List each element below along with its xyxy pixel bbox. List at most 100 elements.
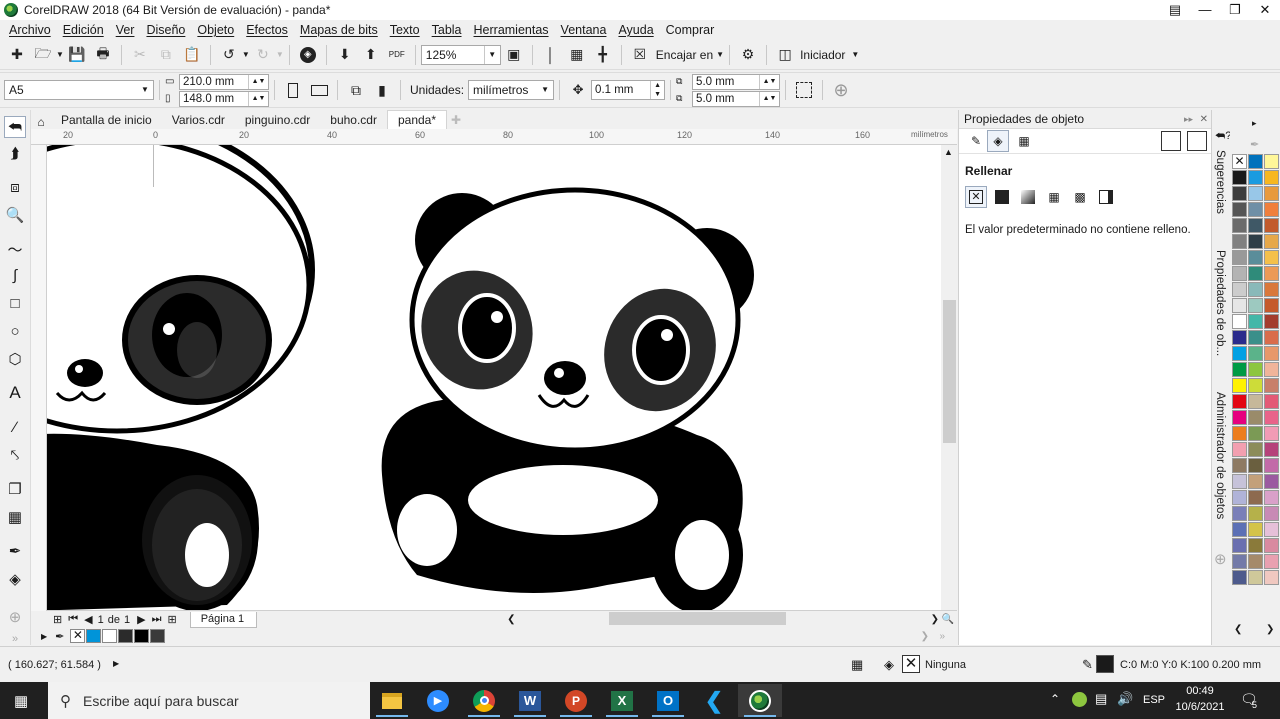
palette-color-swatch[interactable] bbox=[1232, 362, 1247, 377]
add-tool-icon[interactable]: ⊕ bbox=[4, 606, 26, 628]
menu-texto[interactable]: Texto bbox=[384, 23, 426, 37]
connector-tool-icon[interactable]: ⤣ bbox=[4, 444, 26, 466]
palette-color-swatch[interactable] bbox=[1264, 522, 1279, 537]
palette-color-swatch[interactable] bbox=[1264, 474, 1279, 489]
taskbar-coreldraw[interactable] bbox=[738, 684, 782, 717]
pattern-fill-icon[interactable]: ▦ bbox=[1043, 186, 1065, 208]
palette-color-swatch[interactable] bbox=[1248, 458, 1263, 473]
account-icon[interactable]: ▤ bbox=[1160, 0, 1190, 20]
minimize-button[interactable]: — bbox=[1190, 0, 1220, 20]
fill-bucket-icon[interactable]: ◈ bbox=[987, 130, 1009, 152]
palette-color-swatch[interactable] bbox=[1232, 506, 1247, 521]
palette-color-swatch[interactable] bbox=[1248, 218, 1263, 233]
menu-herramientas[interactable]: Herramientas bbox=[468, 23, 555, 37]
palette-color-swatch[interactable] bbox=[1264, 490, 1279, 505]
palette-color-swatch[interactable] bbox=[1264, 298, 1279, 313]
palette-color-swatch[interactable] bbox=[1232, 202, 1247, 217]
redo-icon[interactable]: ↻ bbox=[252, 44, 274, 66]
menu-ver[interactable]: Ver bbox=[110, 23, 141, 37]
page-tab[interactable]: Página 1 bbox=[189, 611, 258, 628]
duplicate-y-field[interactable]: 5.0 mm ▲▼ bbox=[692, 90, 781, 107]
save-icon[interactable]: 💾 bbox=[66, 44, 88, 66]
palette-color-swatch[interactable] bbox=[1248, 426, 1263, 441]
all-pages-icon[interactable]: ⧉ bbox=[345, 79, 367, 101]
color-swatch[interactable] bbox=[150, 629, 166, 643]
menu-archivo[interactable]: Archivo bbox=[3, 23, 57, 37]
palette-color-swatch[interactable] bbox=[1232, 170, 1247, 185]
duplicate-x-field[interactable]: 5.0 mm ▲▼ bbox=[692, 73, 781, 90]
taskbar-powerpoint[interactable]: P bbox=[554, 684, 598, 717]
scroll-left-icon[interactable]: ❮ bbox=[507, 614, 515, 625]
palette-color-swatch[interactable] bbox=[1248, 506, 1263, 521]
artistic-media-icon[interactable]: ∫ bbox=[4, 264, 26, 286]
open-dropdown-icon[interactable]: ▼ bbox=[56, 50, 64, 59]
outline-color-swatch[interactable] bbox=[1096, 655, 1114, 673]
first-page-icon[interactable]: ⏮ bbox=[68, 613, 78, 626]
palette-color-swatch[interactable] bbox=[1264, 378, 1279, 393]
snap-dropdown-icon[interactable]: ▼ bbox=[716, 50, 724, 59]
taskbar-vscode[interactable]: ❮ bbox=[692, 684, 736, 717]
palette-color-swatch[interactable] bbox=[1264, 282, 1279, 297]
palette-expand-icon[interactable]: » bbox=[939, 631, 945, 642]
taskbar-file-explorer[interactable] bbox=[370, 684, 414, 717]
add-page-before-icon[interactable]: ⊞ bbox=[53, 613, 62, 626]
undo-icon[interactable]: ↺ bbox=[218, 44, 240, 66]
palette-color-swatch[interactable] bbox=[1264, 362, 1279, 377]
current-page-icon[interactable]: ▮ bbox=[371, 79, 393, 101]
palette-color-swatch[interactable] bbox=[1264, 186, 1279, 201]
scroll-up-icon[interactable]: ▲ bbox=[944, 147, 953, 157]
language-indicator[interactable]: ESP bbox=[1143, 694, 1165, 706]
palette-color-swatch[interactable] bbox=[1264, 426, 1279, 441]
frame-icon[interactable] bbox=[1161, 131, 1181, 151]
palette-color-swatch[interactable] bbox=[1248, 202, 1263, 217]
palette-color-swatch[interactable] bbox=[1264, 154, 1279, 169]
restore-button[interactable]: ❐ bbox=[1220, 0, 1250, 20]
add-icon[interactable]: ⊕ bbox=[830, 79, 852, 101]
drop-shadow-icon[interactable]: ❐ bbox=[4, 478, 26, 500]
palette-color-swatch[interactable] bbox=[1264, 442, 1279, 457]
horizontal-scroll-thumb[interactable] bbox=[609, 612, 786, 625]
show-hidden-icons[interactable]: ⌃ bbox=[1050, 692, 1060, 706]
docker-expand-icon[interactable]: ▸▸ bbox=[1184, 114, 1193, 125]
zoom-icon[interactable]: 🔍 bbox=[942, 614, 954, 625]
units-dropdown[interactable]: milímetros ▼ bbox=[468, 80, 555, 100]
outline-pen-icon[interactable]: ✎ bbox=[965, 134, 987, 148]
transparency-tool-icon[interactable]: ▦ bbox=[4, 506, 26, 528]
palette-color-swatch[interactable] bbox=[1232, 410, 1247, 425]
palette-color-swatch[interactable] bbox=[1264, 570, 1279, 585]
cut-icon[interactable]: ✂ bbox=[129, 44, 151, 66]
palette-color-swatch[interactable] bbox=[1248, 154, 1263, 169]
menu-mapas-de-bits[interactable]: Mapas de bits bbox=[294, 23, 384, 37]
palette-color-swatch[interactable] bbox=[1248, 474, 1263, 489]
palette-color-swatch[interactable] bbox=[1264, 330, 1279, 345]
palette-menu-icon[interactable]: ▶ bbox=[41, 632, 47, 641]
panda-illustration[interactable] bbox=[47, 145, 942, 611]
palette-color-swatch[interactable] bbox=[1232, 378, 1247, 393]
spinner-icon[interactable]: ▲▼ bbox=[248, 91, 268, 106]
menu-objeto[interactable]: Objeto bbox=[191, 23, 240, 37]
color-swatch[interactable] bbox=[134, 629, 150, 643]
search-content-icon[interactable]: ◈ bbox=[297, 44, 319, 66]
taskbar-outlook[interactable]: O bbox=[646, 684, 690, 717]
print-icon[interactable]: 🖶 bbox=[92, 44, 114, 66]
palette-color-swatch[interactable] bbox=[1264, 202, 1279, 217]
palette-color-swatch[interactable] bbox=[1264, 346, 1279, 361]
horizontal-ruler[interactable]: 20 0 20 40 60 80 100 120 140 160 milímet… bbox=[31, 129, 957, 145]
docker-close-icon[interactable]: ✕ bbox=[1200, 114, 1208, 125]
nudge-distance-field[interactable]: 0.1 mm ▲ ▼ bbox=[591, 80, 666, 100]
palette-color-swatch[interactable] bbox=[1232, 570, 1247, 585]
palette-scroll-right-icon[interactable]: ❯ bbox=[1266, 624, 1274, 635]
page-icon[interactable] bbox=[1187, 131, 1207, 151]
windows-start-icon[interactable]: ▦ bbox=[14, 692, 28, 710]
clock-date[interactable]: 10/6/2021 bbox=[1172, 701, 1228, 713]
eyedropper-icon[interactable]: ✒ bbox=[4, 540, 26, 562]
snap-off-icon[interactable]: ☒ bbox=[629, 44, 651, 66]
import-icon[interactable]: ⬇ bbox=[334, 44, 356, 66]
launcher-dropdown-icon[interactable]: ▼ bbox=[851, 50, 859, 59]
palette-color-swatch[interactable] bbox=[1232, 474, 1247, 489]
launcher-icon[interactable]: ◫ bbox=[774, 44, 796, 66]
taskbar-zoom[interactable]: ▶ bbox=[416, 684, 460, 717]
scroll-right-icon[interactable]: ❯ bbox=[931, 614, 939, 625]
color-swatch[interactable] bbox=[102, 629, 118, 643]
palette-color-swatch[interactable] bbox=[1264, 506, 1279, 521]
